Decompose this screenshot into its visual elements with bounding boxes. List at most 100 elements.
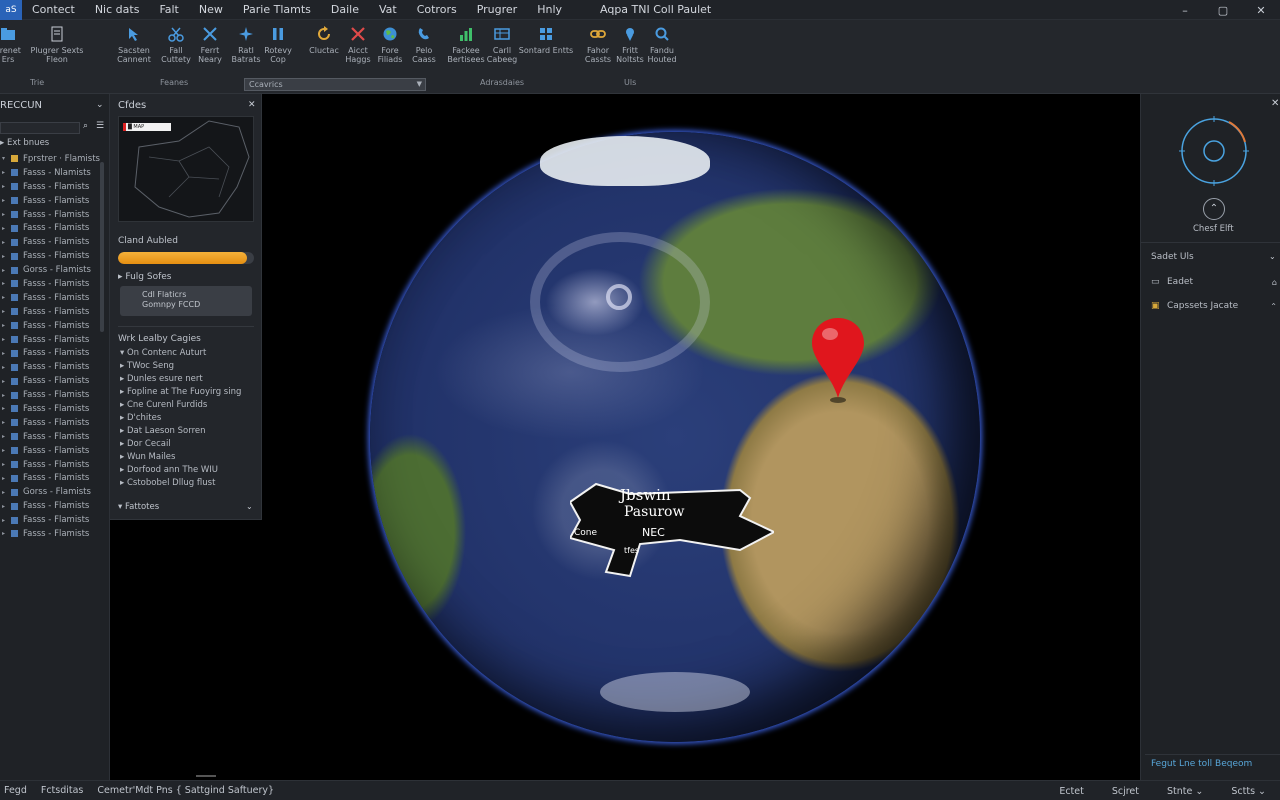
tree-item[interactable]: ▸ Fasss - Flamists xyxy=(0,527,100,541)
tree-item[interactable]: ▸ Fasss - Flamists xyxy=(0,346,100,360)
menu-hnly[interactable]: Hnly xyxy=(527,3,572,16)
tree-item[interactable]: ▸ Fasss - Flamists xyxy=(0,221,100,235)
tree-item[interactable]: ▾ Fprstrer · Flamists xyxy=(0,152,100,166)
tree-scrollbar[interactable] xyxy=(100,162,104,332)
footer-section[interactable]: ▾ Fattotes xyxy=(118,502,159,512)
overview-minimap[interactable]: █ MAP xyxy=(118,116,254,222)
menu-parie-tlamts[interactable]: Parie Tlamts xyxy=(233,3,321,16)
ribbon-button-sontard[interactable]: Sontard Entts xyxy=(518,26,574,55)
list-item[interactable]: ▸ Dor Cecail xyxy=(120,439,258,452)
tilt-label: Chesf Elft xyxy=(1193,224,1234,234)
chevron-down-icon[interactable]: ⌄ xyxy=(96,100,104,110)
list-item[interactable]: ▸ D'chites xyxy=(120,413,258,426)
list-item[interactable]: ▸ Cstobobel Dllug flust xyxy=(120,478,258,491)
tree-item[interactable]: ▸ Fasss - Flamists xyxy=(0,458,100,472)
section-header[interactable]: ▸ Fulg Sofes xyxy=(118,272,171,282)
tree-item[interactable]: ▸ Fasss - Nlamists xyxy=(0,166,100,180)
map-viewport[interactable]: Jbswin Pasurow NEC Cone tfes xyxy=(110,94,1140,780)
chevron-down-icon[interactable]: ⌄ xyxy=(246,502,253,511)
viewport-scrollbar[interactable] xyxy=(196,775,216,777)
menu-daile[interactable]: Daile xyxy=(321,3,369,16)
list-item[interactable]: ▸ Dat Laeson Sorren xyxy=(120,426,258,439)
map-callout-label[interactable]: Jbswin Pasurow NEC Cone tfes xyxy=(570,480,774,580)
ribbon-button-carll[interactable]: Carll Cabeeg xyxy=(482,26,522,64)
ribbon-button-pelo[interactable]: Pelo Caass xyxy=(404,26,444,64)
tree-item[interactable]: ▸ Fasss - Flamists xyxy=(0,305,100,319)
panel-link[interactable]: Fegut Lne toll Beqeom xyxy=(1145,754,1280,772)
status-dropdown[interactable]: Stnte ⌄ xyxy=(1153,786,1217,797)
tree-item[interactable]: ▸ Fasss - Flamists xyxy=(0,333,100,347)
ribbon-button-fackee[interactable]: Fackee Bertisees xyxy=(446,26,486,64)
tree-item[interactable]: ▸ Fasss - Flamists xyxy=(0,499,100,513)
list-item[interactable]: ▸ Wun Mailes xyxy=(120,452,258,465)
info-box[interactable]: Cdl Flaticrs Gomnpy FCCD xyxy=(120,286,252,316)
ribbon-button-sacsten[interactable]: Sacsten Cannent xyxy=(114,26,154,64)
tree-item[interactable]: ▸ Fasss - Flamists xyxy=(0,360,100,374)
filter-icon[interactable]: ☰ xyxy=(96,121,104,131)
ribbon-button-plugrer[interactable]: Plugrer Sexts Fleon xyxy=(26,26,88,64)
tree-item[interactable]: ▸ Fasss - Flamists xyxy=(0,291,100,305)
panel-row-capssets[interactable]: ▣ Capssets Jacate ⌃ xyxy=(1151,296,1279,316)
tree-item[interactable]: ▸ Fasss - Flamists xyxy=(0,471,100,485)
tree-item[interactable]: ▸ Gorss - Flamists xyxy=(0,263,100,277)
tree-item[interactable]: ▸ Fasss - Flamists xyxy=(0,402,100,416)
tree-item[interactable]: ▸ Fasss - Flamists xyxy=(0,249,100,263)
status-item[interactable]: Fegd xyxy=(0,785,31,796)
tree-item[interactable]: ▸ Fasss - Flamists xyxy=(0,208,100,222)
tree-item[interactable]: ▸ Fasss - Flamists xyxy=(0,277,100,291)
list-item[interactable]: ▸ Dunles esure nert xyxy=(120,374,258,387)
ribbon-button-prenet[interactable]: Prenet Ers xyxy=(0,26,28,64)
location-pin-icon[interactable] xyxy=(810,316,866,406)
maximize-button[interactable]: ▢ xyxy=(1204,0,1242,20)
status-item[interactable]: Ectet xyxy=(1045,786,1098,797)
tree-item[interactable]: ▸ Fasss - Flamists xyxy=(0,194,100,208)
search-icon[interactable]: ⌕ xyxy=(83,121,88,131)
tree-root[interactable]: ▸ Ext bnues xyxy=(0,138,49,148)
ribbon-dropdown[interactable]: Ccavrics ▼ xyxy=(244,78,426,91)
close-icon[interactable]: ✕ xyxy=(1271,98,1279,109)
ribbon-button-fandu[interactable]: Fandu Houted xyxy=(642,26,682,64)
lock-icon[interactable]: ⌂ xyxy=(1272,278,1277,287)
list-item[interactable]: ▸ Dorfood ann The WIU xyxy=(120,465,258,478)
app-icon[interactable]: aS xyxy=(0,0,22,20)
tree-item[interactable]: ▸ Gorss - Flamists xyxy=(0,485,100,499)
status-dropdown[interactable]: Sctts ⌄ xyxy=(1217,786,1280,797)
tree-item[interactable]: ▸ Fasss - Flamists xyxy=(0,319,100,333)
ribbon-button-ferrt[interactable]: Ferrt Neary xyxy=(190,26,230,64)
navigation-panel: ✕ ⌃ Chesf Elft Sadet Uls ⌄ ▭ Eadet ⌂ ▣ C… xyxy=(1140,94,1280,780)
tree-item[interactable]: ▸ Fasss - Flamists xyxy=(0,444,100,458)
tree-item[interactable]: ▸ Fasss - Flamists xyxy=(0,430,100,444)
compass-icon[interactable] xyxy=(1179,116,1249,186)
ribbon-button-rotevy[interactable]: Rotevy Cop xyxy=(258,26,298,64)
status-item[interactable]: Fctsditas xyxy=(31,785,88,796)
chevron-down-icon[interactable]: ⌄ xyxy=(1269,252,1276,261)
tree-item[interactable]: ▸ Fasss - Flamists xyxy=(0,388,100,402)
tree-item[interactable]: ▸ Fasss - Flamists xyxy=(0,235,100,249)
list-item[interactable]: ▸ TWoc Seng xyxy=(120,361,258,374)
tree-item[interactable]: ▸ Fasss - Flamists xyxy=(0,374,100,388)
panel-row-eadet[interactable]: ▭ Eadet ⌂ xyxy=(1151,272,1279,292)
chevron-up-icon[interactable]: ⌃ xyxy=(1270,302,1277,311)
menu-cotrors[interactable]: Cotrors xyxy=(407,3,467,16)
section-header[interactable]: Sadet Uls xyxy=(1151,252,1194,262)
tree-search-input[interactable] xyxy=(0,122,80,134)
tree-item[interactable]: ▸ Fasss - Flamists xyxy=(0,513,100,527)
minimize-button[interactable]: – xyxy=(1166,0,1204,20)
menu-prugrer[interactable]: Prugrer xyxy=(467,3,528,16)
close-icon[interactable]: ✕ xyxy=(248,100,256,110)
tilt-control-icon[interactable]: ⌃ xyxy=(1203,198,1225,220)
menu-nic-dats[interactable]: Nic dats xyxy=(85,3,150,16)
list-item[interactable]: ▸ Cne Curenl Furdids xyxy=(120,400,258,413)
earth-globe[interactable] xyxy=(370,132,980,742)
status-item[interactable]: Scjret xyxy=(1098,786,1153,797)
list-item[interactable]: ▾ On Contenc Auturt xyxy=(120,348,258,361)
tree-item[interactable]: ▸ Fasss - Flamists xyxy=(0,416,100,430)
status-item[interactable]: Cemetr'Mdt Pns { Sattgind Saftuery} xyxy=(87,785,278,796)
tree-item[interactable]: ▸ Fasss - Flamists xyxy=(0,180,100,194)
menu-falt[interactable]: Falt xyxy=(149,3,188,16)
menu-vat[interactable]: Vat xyxy=(369,3,407,16)
close-window-button[interactable]: ✕ xyxy=(1242,0,1280,20)
menu-contect[interactable]: Contect xyxy=(22,3,85,16)
menu-new[interactable]: New xyxy=(189,3,233,16)
list-item[interactable]: ▸ Fopline at The Fuoyirg sing xyxy=(120,387,258,400)
